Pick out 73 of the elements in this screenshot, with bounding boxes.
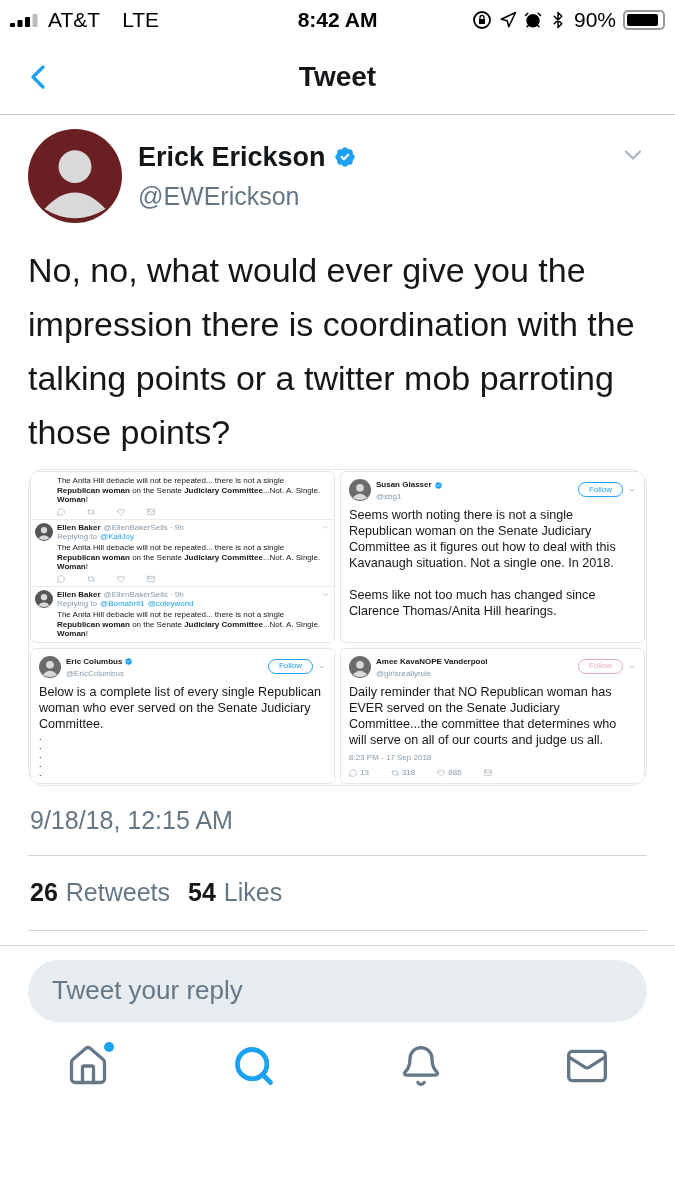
count: 686 (448, 766, 462, 779)
alarm-icon (523, 11, 542, 29)
retweet-icon (87, 507, 95, 516)
tweet-text: Daily reminder that NO Republican woman has EVER served on the Senate Judiciary Committee...the committee that determines who will serve on all of our courts and judge us all. (349, 683, 618, 748)
tweet-timestamp: 9/18/18, 12:15 AM (29, 804, 234, 836)
mail-icon (147, 507, 155, 516)
tweet-text: Seems like not too much has changed since Clarence Thomas/Anita Hill hearings. (349, 587, 597, 619)
replying-label: Replying to (57, 599, 98, 609)
stat-count: 26 (30, 877, 58, 909)
carrier-label: AT&T (48, 7, 101, 34)
tweet-text: Below is a complete list of every single Republican woman who ever served on the Senate Judiciary Committee. (39, 683, 323, 732)
battery-icon (623, 10, 665, 30)
tweet-text: The Anita Hill debacle will not be repeated... there is not a single Republican woman on the Senate Judiciary Committee...Not. A. Single. Woman! (57, 609, 322, 639)
user-name: Amee KavaNOPE Vanderpool (376, 655, 488, 668)
user-handle: @EllenBakerSells · 9h (103, 589, 184, 600)
follow-button[interactable]: Follow (267, 658, 313, 674)
author-name[interactable]: Erick Erickson (138, 137, 326, 178)
rotation-lock-icon (471, 10, 492, 30)
location-icon (498, 11, 517, 29)
tweet-text: No, no, what would ever give you the impression there is coordination with the talking points or a twitter mob parroting those points? (27, 250, 636, 453)
chevron-down-icon (322, 524, 329, 532)
heart-icon (437, 768, 446, 777)
heart-icon (117, 574, 125, 583)
user-handle: @girlsreallyrule (376, 667, 433, 680)
heart-icon (117, 507, 125, 516)
user-name: Ellen Baker (57, 589, 101, 600)
list-dot: . (39, 768, 43, 778)
count: 318 (401, 766, 416, 779)
replying-label: Replying to (57, 532, 98, 542)
tweet-text: The Anita Hill debacle will not be repeated... there is not a single Republican woman on the Senate Judiciary Committee...Not. A. Single. Woman! (57, 542, 322, 572)
user-handle: @EllenBakerSells · 9h (103, 522, 184, 533)
chevron-down-icon (322, 591, 329, 599)
user-name: Susan Glasser (376, 479, 432, 491)
tweet-timestamp: 8:23 PM - 17 Sep 2018 (349, 751, 433, 764)
user-name: Eric Columbus (66, 655, 123, 668)
avatar (349, 479, 371, 501)
follow-button[interactable]: Follow (577, 482, 623, 497)
mail-icon (147, 574, 155, 583)
avatar (349, 655, 371, 678)
user-handle: @EricColumbus (66, 667, 125, 680)
tweet-text: Seems worth noting there is not a single Republican woman on the Senate Judiciary Committee as it figures out how to deal with this Kavanaugh situation. Not a single one. In 2018. (349, 507, 617, 571)
retweet-icon (390, 768, 399, 777)
count: 13 (360, 766, 369, 779)
user-name: Ellen Baker (57, 522, 101, 533)
mention-link[interactable]: @coleyworld (147, 599, 194, 609)
avatar (39, 655, 61, 678)
stat-label[interactable]: Likes (223, 874, 283, 912)
list-dot: . (39, 759, 43, 769)
network-label: LTE (122, 7, 160, 34)
battery-percent: 90% (573, 7, 616, 34)
chevron-down-icon (628, 486, 636, 494)
reply-icon (57, 507, 65, 516)
mail-icon (483, 768, 492, 777)
author-handle[interactable]: @EWErickson (138, 177, 603, 215)
avatar (35, 522, 53, 541)
retweet-icon (87, 574, 95, 583)
reply-icon (57, 574, 65, 583)
list-dot: . (39, 741, 43, 751)
list-dot: . (39, 732, 43, 742)
status-time: 8:42 AM (296, 7, 379, 34)
signal-icon (10, 13, 40, 27)
screen-title: Tweet (298, 60, 377, 94)
tweet-text: The Anita Hill debacle will not be repeated... there is not a single Republican woman on the Senate Judiciary Committee...Not. A. Single. Woman! (57, 476, 322, 505)
follow-button[interactable]: Follow (577, 658, 623, 674)
avatar (35, 589, 53, 608)
list-dot: . (39, 750, 43, 760)
user-handle: @sbg1 (376, 491, 403, 503)
mention-link[interactable]: @KaliJoy (100, 532, 134, 542)
stat-count: 54 (188, 877, 216, 909)
mention-link[interactable]: @Bomabrit1 (100, 599, 145, 609)
reply-icon (349, 768, 357, 777)
stat-label[interactable]: Retweets (65, 874, 171, 912)
reply-field[interactable]: Tweet your reply (28, 959, 647, 1022)
